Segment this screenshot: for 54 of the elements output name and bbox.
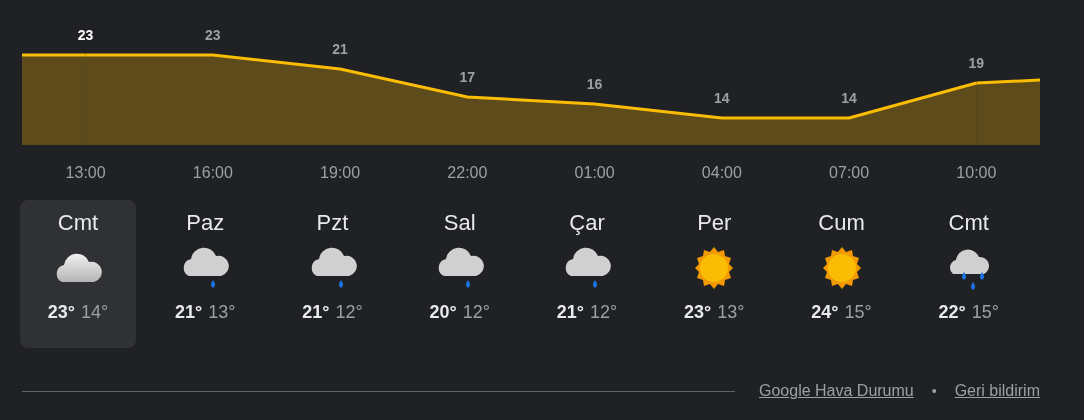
day-card[interactable]: Cmt 23° 14° bbox=[20, 200, 136, 348]
high-temperature: 21° bbox=[556, 302, 584, 323]
high-temperature: 23° bbox=[684, 302, 712, 323]
feedback-link[interactable]: Geri bildirim bbox=[954, 382, 1040, 400]
high-temperature: 21° bbox=[302, 302, 330, 323]
line-extension bbox=[22, 53, 86, 57]
high-temperature: 20° bbox=[429, 302, 457, 323]
temperature-label: 14 bbox=[714, 90, 730, 106]
source-link[interactable]: Google Hava Durumu bbox=[759, 382, 914, 400]
day-card[interactable]: Sal 20° 12° bbox=[401, 200, 518, 348]
high-temperature: 24° bbox=[811, 302, 839, 323]
temperature-label: 21 bbox=[332, 41, 348, 57]
high-temperature: 23° bbox=[47, 302, 75, 323]
day-name: Pzt bbox=[316, 210, 349, 236]
time-label: 10:00 bbox=[956, 164, 997, 182]
low-temperature: 12° bbox=[590, 302, 618, 323]
day-name: Sal bbox=[443, 210, 476, 236]
day-name: Cmt bbox=[948, 210, 989, 236]
day-name: Paz bbox=[186, 210, 225, 236]
low-temperature: 14° bbox=[81, 302, 109, 323]
time-label: 22:00 bbox=[447, 164, 488, 182]
day-card[interactable]: Cum 24° 15° bbox=[783, 200, 900, 348]
high-temperature: 21° bbox=[175, 302, 203, 323]
time-label: 01:00 bbox=[574, 164, 615, 182]
temperature-label: 23 bbox=[77, 27, 94, 43]
time-label: 07:00 bbox=[829, 164, 870, 182]
time-label: 04:00 bbox=[701, 164, 742, 182]
day-card[interactable]: Çar 21° 12° bbox=[529, 200, 645, 348]
day-name: Cum bbox=[818, 210, 865, 236]
day-card[interactable]: Paz 21° 13° bbox=[147, 200, 264, 348]
line-extension bbox=[976, 78, 1040, 85]
low-temperature: 15° bbox=[971, 302, 999, 323]
temperature-label: 14 bbox=[841, 90, 857, 106]
temperature-label: 19 bbox=[968, 55, 985, 71]
day-name: Çar bbox=[569, 210, 605, 236]
day-name: Per bbox=[697, 210, 732, 236]
low-temperature: 12° bbox=[335, 302, 363, 323]
temperature-label: 17 bbox=[459, 69, 476, 85]
time-label: 13:00 bbox=[65, 164, 106, 182]
area-extension bbox=[976, 80, 1040, 145]
low-temperature: 13° bbox=[208, 302, 236, 323]
day-card[interactable]: Cmt 22° 15° bbox=[910, 200, 1027, 348]
time-label: 19:00 bbox=[320, 164, 361, 182]
low-temperature: 12° bbox=[462, 302, 490, 323]
separator-dot: • bbox=[931, 383, 937, 399]
high-temperature: 22° bbox=[938, 302, 966, 323]
day-name: Cmt bbox=[57, 210, 99, 236]
temperature-label: 16 bbox=[586, 76, 603, 92]
low-temperature: 15° bbox=[844, 302, 872, 323]
low-temperature: 13° bbox=[717, 302, 745, 323]
day-card[interactable]: Pzt 21° 12° bbox=[274, 200, 391, 348]
temperature-label: 23 bbox=[205, 27, 221, 43]
time-label: 16:00 bbox=[192, 164, 233, 182]
day-card[interactable]: Per 23° 13° bbox=[656, 200, 773, 348]
